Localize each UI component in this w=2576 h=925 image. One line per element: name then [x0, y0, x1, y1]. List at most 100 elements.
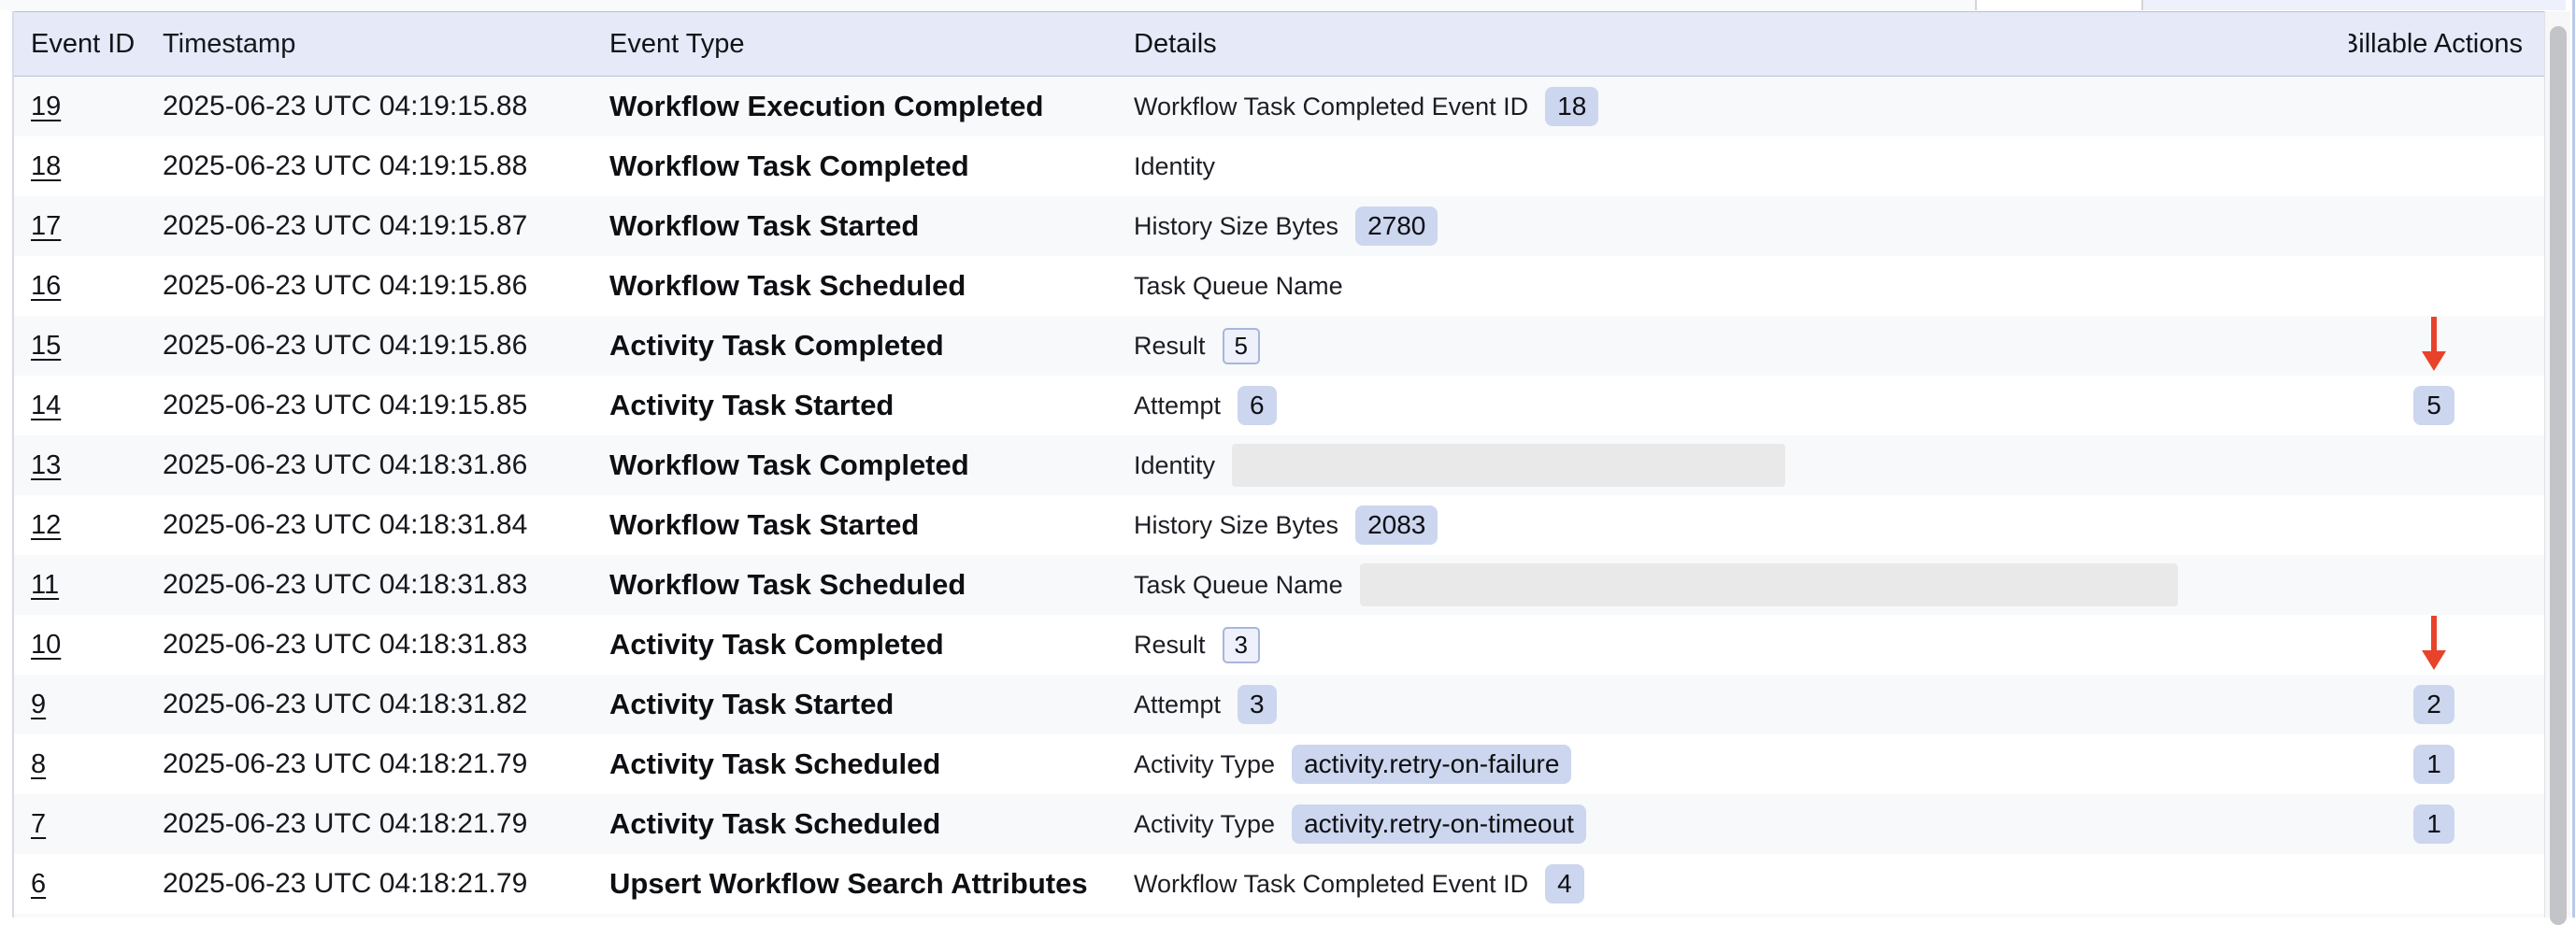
detail-value-redacted — [1360, 563, 2178, 606]
detail-value-badge: 2083 — [1355, 505, 1438, 545]
column-header-billable-actions-label: Billable Actions — [2349, 29, 2523, 60]
event-id-link[interactable]: 8 — [31, 749, 46, 779]
detail-label: Activity Type — [1134, 810, 1275, 839]
detail-label: Workflow Task Completed Event ID — [1134, 870, 1528, 899]
detail-label: Result — [1134, 332, 1206, 361]
table-row[interactable]: 15 2025-06-23 UTC 04:19:15.86 Activity T… — [14, 316, 2570, 376]
event-id-link[interactable]: 11 — [31, 570, 59, 600]
event-type: Activity Task Completed — [609, 329, 1134, 363]
detail-label: Activity Type — [1134, 750, 1275, 779]
event-type: Activity Task Completed — [609, 628, 1134, 662]
billable-actions-badge: 1 — [2413, 804, 2454, 844]
table-body: 19 2025-06-23 UTC 04:19:15.88 Workflow E… — [14, 77, 2570, 914]
event-type: Workflow Execution Completed — [609, 90, 1134, 123]
detail-label: Identity — [1134, 451, 1215, 480]
table-row[interactable]: 17 2025-06-23 UTC 04:19:15.87 Workflow T… — [14, 196, 2570, 256]
event-id-link[interactable]: 17 — [31, 211, 61, 241]
event-type: Activity Task Scheduled — [609, 747, 1134, 781]
table-row[interactable]: 6 2025-06-23 UTC 04:18:21.79 Upsert Work… — [14, 854, 2570, 914]
detail-value-badge: 2780 — [1355, 206, 1438, 246]
right-panel-edge — [2572, 0, 2575, 918]
detail-value-badge: 3 — [1238, 685, 1277, 724]
event-id-link[interactable]: 6 — [31, 869, 46, 899]
detail-value-badge: activity.retry-on-failure — [1292, 745, 1571, 784]
event-id-link[interactable]: 18 — [31, 151, 61, 181]
event-id-link[interactable]: 14 — [31, 391, 61, 420]
top-strip-left-segment — [0, 0, 1975, 10]
detail-label: Workflow Task Completed Event ID — [1134, 92, 1528, 121]
scrollbar-thumb[interactable] — [2550, 26, 2567, 925]
event-type: Workflow Task Scheduled — [609, 568, 1134, 602]
vertical-scrollbar[interactable] — [2544, 11, 2570, 918]
column-header-event-id: Event ID — [14, 29, 163, 60]
event-timestamp: 2025-06-23 UTC 04:19:15.88 — [163, 91, 609, 122]
table-row[interactable]: 18 2025-06-23 UTC 04:19:15.88 Workflow T… — [14, 136, 2570, 196]
column-header-details: Details — [1134, 29, 2349, 60]
event-timestamp: 2025-06-23 UTC 04:19:15.88 — [163, 150, 609, 182]
detail-label: Result — [1134, 631, 1206, 660]
event-type: Upsert Workflow Search Attributes — [609, 867, 1134, 901]
table-row[interactable]: 14 2025-06-23 UTC 04:19:15.85 Activity T… — [14, 376, 2570, 435]
detail-value-redacted — [1232, 444, 1785, 487]
event-type: Activity Task Started — [609, 688, 1134, 721]
event-timestamp: 2025-06-23 UTC 04:18:31.86 — [163, 449, 609, 481]
billable-actions-badge: 5 — [2413, 386, 2454, 425]
table-row[interactable]: 9 2025-06-23 UTC 04:18:31.82 Activity Ta… — [14, 675, 2570, 734]
event-type: Workflow Task Started — [609, 209, 1134, 243]
event-id-link[interactable]: 12 — [31, 510, 61, 540]
table-row-partial — [14, 914, 2570, 918]
detail-label: History Size Bytes — [1134, 212, 1338, 241]
table-row[interactable]: 7 2025-06-23 UTC 04:18:21.79 Activity Ta… — [14, 794, 2570, 854]
event-type: Workflow Task Completed — [609, 448, 1134, 482]
annotation-down-arrow-icon — [2417, 317, 2451, 371]
event-id-link[interactable]: 15 — [31, 331, 61, 361]
detail-value-badge: 5 — [1223, 328, 1260, 364]
event-timestamp: 2025-06-23 UTC 04:18:31.82 — [163, 689, 609, 720]
event-type: Activity Task Scheduled — [609, 807, 1134, 841]
event-id-link[interactable]: 10 — [31, 630, 61, 660]
detail-label: Task Queue Name — [1134, 272, 1343, 301]
event-id-link[interactable]: 7 — [31, 809, 46, 839]
detail-label: Attempt — [1134, 391, 1221, 420]
detail-label: Identity — [1134, 152, 1215, 181]
column-header-billable-actions: Billable Actions — [2349, 29, 2569, 60]
billable-actions-badge: 2 — [2413, 685, 2454, 724]
column-header-event-type: Event Type — [609, 29, 1134, 60]
event-id-link[interactable]: 16 — [31, 271, 61, 301]
table-row[interactable]: 8 2025-06-23 UTC 04:18:21.79 Activity Ta… — [14, 734, 2570, 794]
column-header-timestamp: Timestamp — [163, 29, 609, 60]
table-header-row: Event ID Timestamp Event Type Details Bi… — [14, 11, 2570, 77]
annotation-down-arrow-icon — [2417, 616, 2451, 670]
table-row[interactable]: 16 2025-06-23 UTC 04:19:15.86 Workflow T… — [14, 256, 2570, 316]
detail-label: History Size Bytes — [1134, 511, 1338, 540]
event-timestamp: 2025-06-23 UTC 04:18:21.79 — [163, 808, 609, 840]
event-timestamp: 2025-06-23 UTC 04:18:21.79 — [163, 868, 609, 900]
detail-value-badge: activity.retry-on-timeout — [1292, 804, 1586, 844]
table-row[interactable]: 13 2025-06-23 UTC 04:18:31.86 Workflow T… — [14, 435, 2570, 495]
event-timestamp: 2025-06-23 UTC 04:18:31.83 — [163, 569, 609, 601]
detail-value-badge: 6 — [1238, 386, 1277, 425]
detail-value-badge: 18 — [1545, 87, 1598, 126]
detail-label: Attempt — [1134, 690, 1221, 719]
table-row[interactable]: 10 2025-06-23 UTC 04:18:31.83 Activity T… — [14, 615, 2570, 675]
billable-actions-badge: 1 — [2413, 745, 2454, 784]
detail-value-badge: 3 — [1223, 627, 1260, 663]
event-id-link[interactable]: 13 — [31, 450, 61, 480]
event-id-link[interactable]: 9 — [31, 690, 46, 719]
event-type: Workflow Task Started — [609, 508, 1134, 542]
event-id-link[interactable]: 19 — [31, 92, 61, 121]
table-row[interactable]: 11 2025-06-23 UTC 04:18:31.83 Workflow T… — [14, 555, 2570, 615]
event-timestamp: 2025-06-23 UTC 04:18:31.83 — [163, 629, 609, 661]
event-timestamp: 2025-06-23 UTC 04:18:31.84 — [163, 509, 609, 541]
event-timestamp: 2025-06-23 UTC 04:19:15.87 — [163, 210, 609, 242]
event-timestamp: 2025-06-23 UTC 04:19:15.86 — [163, 330, 609, 362]
top-strip-panel-fragment — [2143, 0, 2566, 10]
event-type: Workflow Task Completed — [609, 149, 1134, 183]
top-strip-button-fragment — [1975, 0, 2143, 10]
event-timestamp: 2025-06-23 UTC 04:19:15.86 — [163, 270, 609, 302]
table-row[interactable]: 19 2025-06-23 UTC 04:19:15.88 Workflow E… — [14, 77, 2570, 136]
event-type: Activity Task Started — [609, 389, 1134, 422]
event-timestamp: 2025-06-23 UTC 04:18:21.79 — [163, 748, 609, 780]
top-cutoff-strip — [0, 0, 2576, 10]
table-row[interactable]: 12 2025-06-23 UTC 04:18:31.84 Workflow T… — [14, 495, 2570, 555]
